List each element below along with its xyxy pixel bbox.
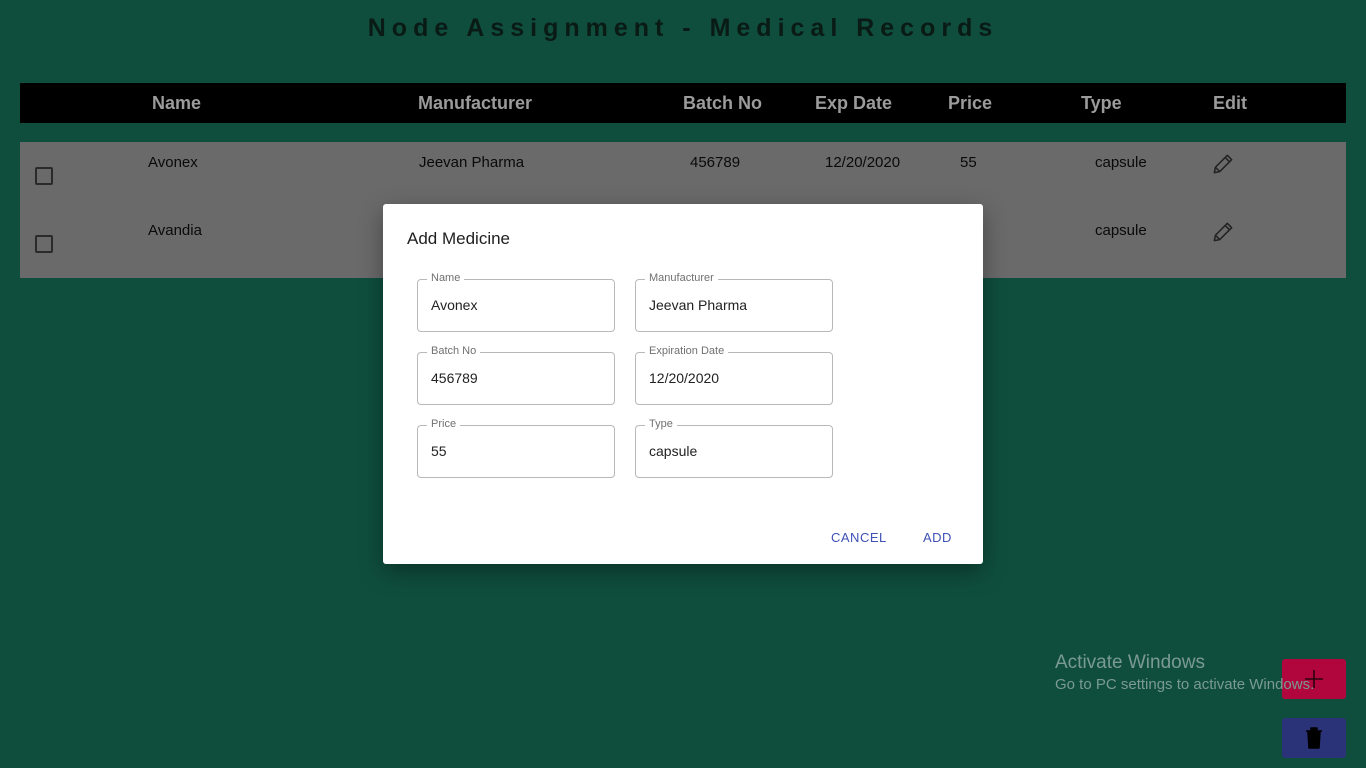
add-button[interactable]: ADD (923, 530, 952, 545)
price-field-label: Price (427, 418, 461, 430)
header-edit: Edit (1213, 93, 1247, 113)
header-exp-date: Exp Date (815, 93, 893, 113)
table-row: Avonex Jeevan Pharma 456789 12/20/2020 5… (20, 142, 1346, 210)
cell-manufacturer: Jeevan Pharma (419, 154, 525, 171)
pencil-icon[interactable] (1210, 151, 1236, 177)
cancel-button[interactable]: CANCEL (831, 530, 887, 545)
manufacturer-input[interactable] (649, 297, 819, 313)
table-header: Name Manufacturer Batch No Exp Date Pric… (20, 83, 1346, 123)
expiration-date-field: Expiration Date (635, 345, 833, 405)
dialog-title: Add Medicine (407, 229, 511, 248)
cell-batch: 456789 (690, 154, 741, 171)
header-name: Name (152, 93, 202, 113)
pencil-icon[interactable] (1210, 219, 1236, 245)
name-field-label: Name (427, 272, 465, 284)
page-title: Node Assignment - Medical Records (367, 14, 999, 42)
add-medicine-dialog: Add Medicine Name Manufacturer Batch No … (383, 204, 983, 564)
expiration-date-field-label: Expiration Date (645, 345, 729, 357)
batch-no-field: Batch No (417, 345, 615, 405)
name-input[interactable] (431, 297, 601, 313)
cell-exp-date: 12/20/2020 (825, 154, 901, 171)
name-field: Name (417, 272, 615, 332)
cell-type: capsule (1095, 222, 1147, 239)
manufacturer-field-label: Manufacturer (645, 272, 718, 284)
cell-price: 55 (960, 154, 977, 171)
header-type: Type (1081, 93, 1122, 113)
type-input[interactable] (649, 443, 819, 459)
expiration-date-input[interactable] (649, 370, 819, 386)
cell-name: Avandia (148, 222, 202, 239)
price-input[interactable] (431, 443, 601, 459)
trash-icon (1306, 727, 1322, 749)
batch-no-field-label: Batch No (427, 345, 481, 357)
row-checkbox[interactable] (35, 235, 53, 253)
manufacturer-field: Manufacturer (635, 272, 833, 332)
price-field: Price (417, 418, 615, 478)
row-checkbox[interactable] (35, 167, 53, 185)
cell-name: Avonex (148, 154, 198, 171)
header-manufacturer: Manufacturer (418, 93, 533, 113)
delete-medicine-fab[interactable] (1282, 718, 1346, 758)
cell-type: capsule (1095, 154, 1147, 171)
header-price: Price (948, 93, 993, 113)
activate-windows-subtitle: Go to PC settings to activate Windows. (1055, 676, 1315, 693)
activate-windows-title: Activate Windows (1055, 652, 1205, 673)
type-field: Type (635, 418, 833, 478)
batch-no-input[interactable] (431, 370, 601, 386)
header-batch-no: Batch No (683, 93, 763, 113)
type-field-label: Type (645, 418, 677, 430)
